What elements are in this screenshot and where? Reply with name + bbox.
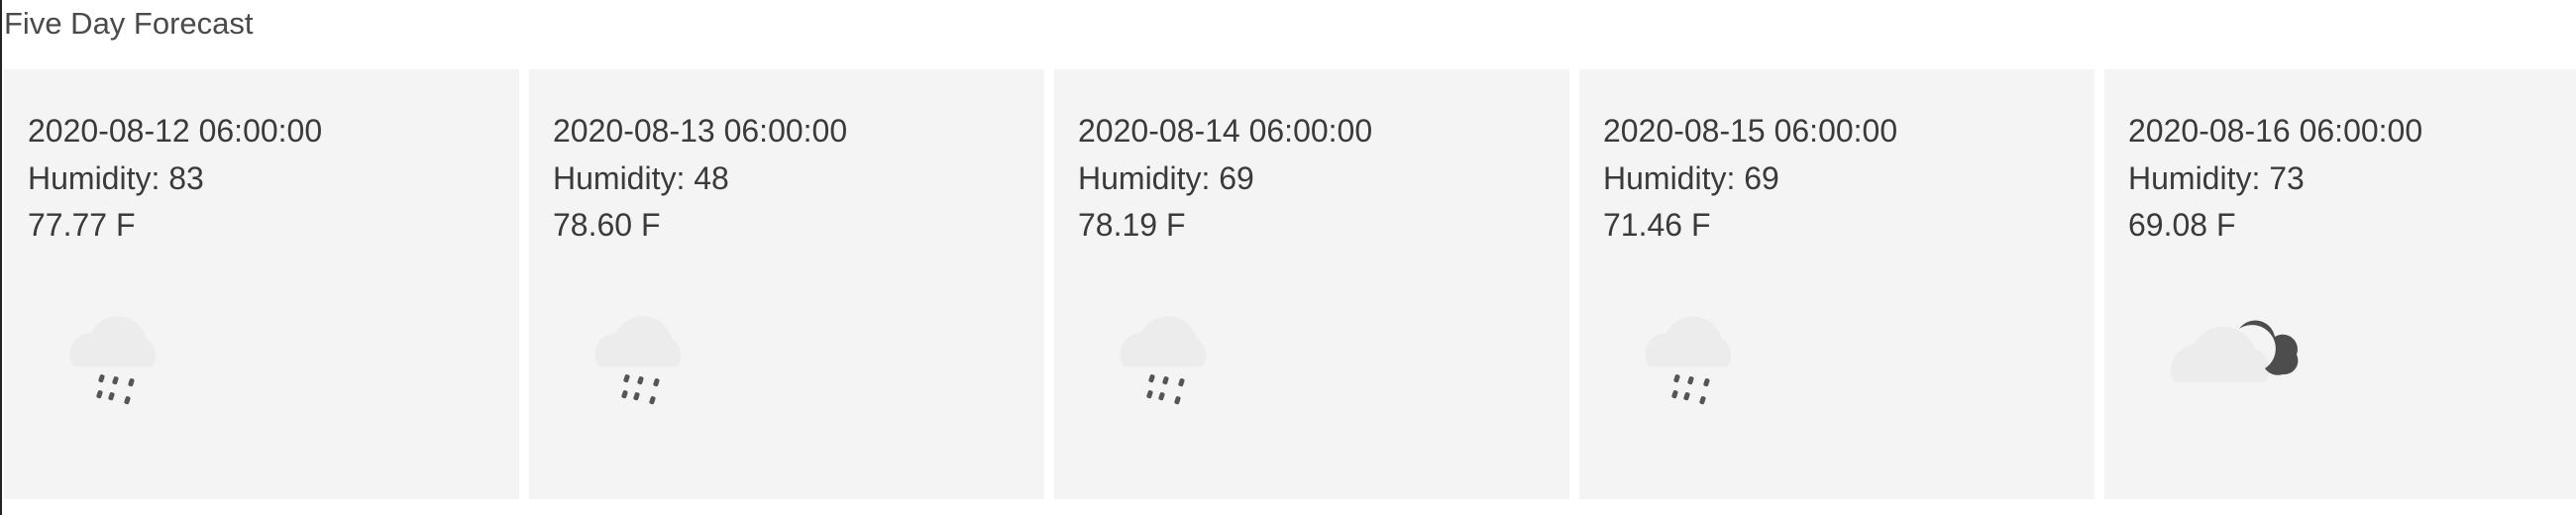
forecast-cards: 2020-08-12 06:00:00 Humidity: 83 77.77 F… xyxy=(4,69,2576,499)
cloudy-night-icon xyxy=(2170,320,2299,382)
forecast-humidity: Humidity: 69 xyxy=(1078,160,1254,196)
forecast-date: 2020-08-14 06:00:00 xyxy=(1078,113,1373,149)
forecast-humidity: Humidity: 69 xyxy=(1603,160,1779,196)
rain-night-icon xyxy=(594,316,702,405)
forecast-card: 2020-08-15 06:00:00 Humidity: 69 71.46 F xyxy=(1579,69,2094,499)
forecast-card: 2020-08-12 06:00:00 Humidity: 83 77.77 F xyxy=(4,69,519,499)
forecast-temperature: 78.19 F xyxy=(1078,207,1186,243)
forecast-temperature: 69.08 F xyxy=(2128,207,2236,243)
page-title: Five Day Forecast xyxy=(4,6,254,41)
rain-night-icon xyxy=(1645,316,1753,405)
rain-night-icon xyxy=(69,316,177,405)
forecast-humidity: Humidity: 73 xyxy=(2128,160,2305,196)
forecast-card: 2020-08-16 06:00:00 Humidity: 73 69.08 F xyxy=(2104,69,2576,499)
forecast-temperature: 77.77 F xyxy=(28,207,136,243)
forecast-date: 2020-08-16 06:00:00 xyxy=(2128,113,2423,149)
forecast-humidity: Humidity: 83 xyxy=(28,160,204,196)
rain-night-icon xyxy=(1120,316,1228,405)
forecast-date: 2020-08-13 06:00:00 xyxy=(553,113,848,149)
forecast-humidity: Humidity: 48 xyxy=(553,160,729,196)
forecast-card: 2020-08-13 06:00:00 Humidity: 48 78.60 F xyxy=(529,69,1044,499)
forecast-temperature: 71.46 F xyxy=(1603,207,1711,243)
forecast-temperature: 78.60 F xyxy=(553,207,661,243)
forecast-date: 2020-08-15 06:00:00 xyxy=(1603,113,1898,149)
forecast-card: 2020-08-14 06:00:00 Humidity: 69 78.19 F xyxy=(1054,69,1569,499)
forecast-page: Five Day Forecast 2020-08-12 06:00:00 Hu… xyxy=(0,0,2576,515)
forecast-date: 2020-08-12 06:00:00 xyxy=(28,113,323,149)
